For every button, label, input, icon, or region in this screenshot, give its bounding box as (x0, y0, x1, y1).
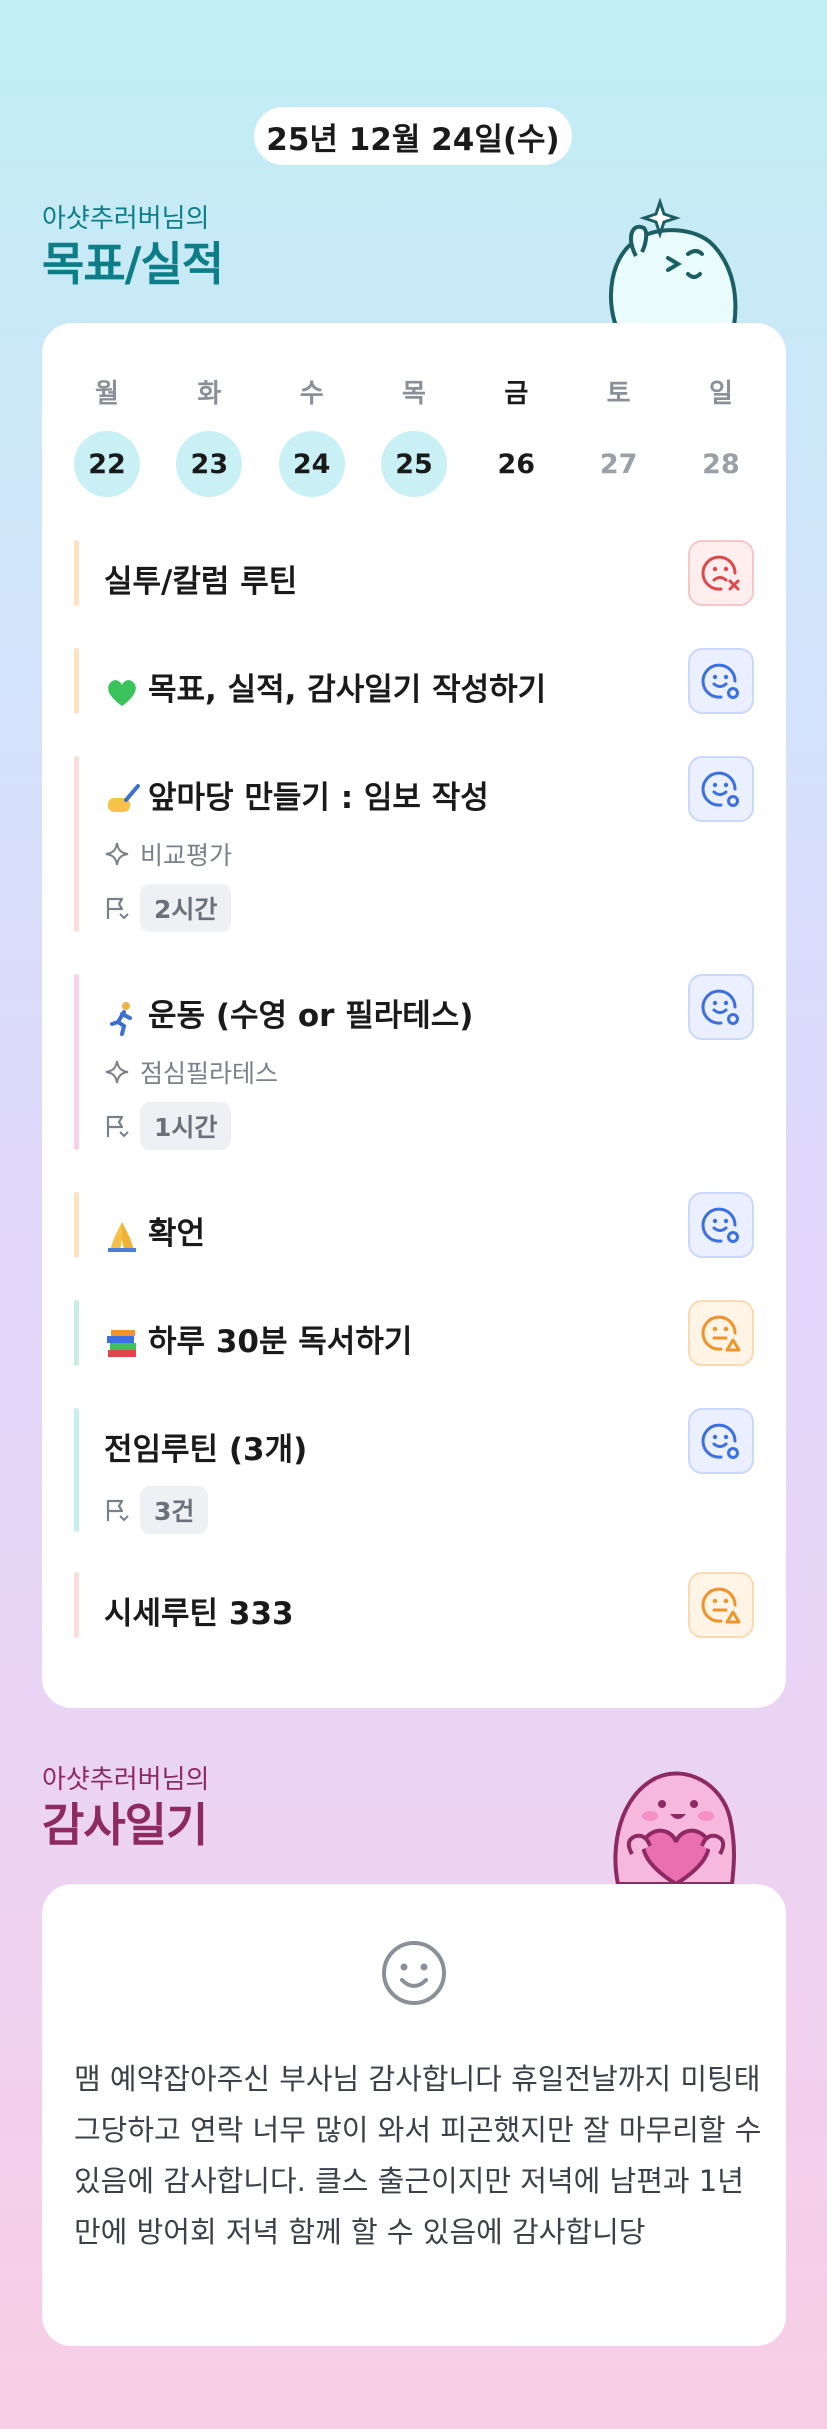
date-cell[interactable]: 25 (380, 431, 447, 497)
task-item[interactable]: 시세루틴 333 (74, 1572, 754, 1638)
date-selector[interactable]: 25년 12월 24일(수) (254, 107, 572, 165)
task-color-bar (74, 1300, 79, 1366)
task-title: 확언 (148, 1216, 206, 1252)
weekday-label: 토 (606, 379, 631, 409)
weekday-header: 월 화 수 목 금 토 일 (42, 373, 786, 410)
task-title-wrap: 목표, 실적, 감사일기 작성하기 (104, 664, 546, 710)
task-color-bar (74, 756, 79, 932)
task-title-wrap: 확언 (104, 1208, 205, 1254)
task-title: 앞마당 만들기 : 임보 작성 (148, 780, 489, 816)
status-button[interactable] (688, 648, 754, 714)
smile-face-circle-icon (701, 1207, 739, 1243)
weekday-label: 일 (709, 379, 733, 409)
smile-face-circle-icon (701, 989, 739, 1025)
sparkle-icon (105, 1060, 129, 1084)
task-subtitle: 비교평가 (140, 841, 233, 870)
status-button[interactable] (688, 1408, 754, 1474)
green-heart-icon (108, 679, 136, 706)
date-cell[interactable]: 26 (483, 431, 549, 497)
status-button[interactable] (688, 1572, 754, 1638)
task-count-row: 3건 (104, 1486, 209, 1534)
smile-face-icon (382, 1941, 446, 2005)
task-title-wrap: 하루 30분 독서하기 (104, 1316, 412, 1362)
task-duration-row: 1시간 (104, 1102, 232, 1150)
task-duration-row: 2시간 (104, 884, 232, 932)
status-button[interactable] (688, 1192, 754, 1258)
count-tag: 3건 (140, 1486, 209, 1534)
task-color-bar (74, 1408, 79, 1532)
task-item[interactable]: 하루 30분 독서하기 (74, 1300, 754, 1366)
task-color-bar (74, 974, 79, 1150)
pink-mascot-heart-icon (613, 1771, 736, 1884)
task-item[interactable]: 앞마당 만들기 : 임보 작성 비교평가 2시간 (74, 756, 754, 932)
diary-card: 맴 예약잡아주신 부사님 감사합니다 휴일전날까지 미팅태그당하고 연락 너무 … (42, 1884, 786, 2346)
duration-tag: 2시간 (140, 884, 232, 932)
neutral-face-triangle-icon (701, 1315, 741, 1352)
status-button[interactable] (688, 756, 754, 822)
week-dates: 22 23 24 25 26 27 28 (42, 431, 786, 497)
weekday-label: 금 (504, 379, 529, 409)
smile-face-circle-icon (701, 1423, 739, 1459)
goals-card: 월 화 수 목 금 토 일 22 23 24 25 26 27 28 실투/칼럼… (42, 323, 786, 1708)
task-color-bar (74, 540, 79, 606)
task-title: 하루 30분 독서하기 (148, 1324, 413, 1360)
task-item[interactable]: 전임루틴 (3개) 3건 (74, 1408, 754, 1534)
task-subtitle-row: 비교평가 (104, 836, 232, 872)
task-title-wrap: 운동 (수영 or 필라테스) (104, 990, 473, 1036)
flag-icon (106, 1499, 129, 1522)
task-title: 운동 (수영 or 필라테스) (148, 998, 474, 1034)
task-color-bar (74, 1572, 79, 1638)
task-title: 실투/칼럼 루틴 (104, 564, 298, 600)
diary-text: 맴 예약잡아주신 부사님 감사합니다 휴일전날까지 미팅태그당하고 연락 너무 … (74, 2062, 762, 2249)
smile-face-circle-icon (701, 663, 739, 699)
task-item[interactable]: 목표, 실적, 감사일기 작성하기 (74, 648, 754, 714)
status-button[interactable] (688, 1300, 754, 1366)
status-button[interactable] (688, 974, 754, 1040)
date-cell[interactable]: 24 (278, 431, 345, 497)
date-cell[interactable]: 28 (688, 431, 754, 497)
task-title: 목표, 실적, 감사일기 작성하기 (148, 672, 547, 708)
task-color-bar (74, 1192, 79, 1258)
diary-title: 감사일기 (42, 1798, 208, 1852)
date-cell[interactable]: 27 (586, 431, 652, 497)
task-color-bar (74, 648, 79, 714)
date-cell[interactable]: 22 (74, 431, 140, 497)
task-title-wrap: 앞마당 만들기 : 임보 작성 (104, 772, 489, 818)
task-item[interactable]: 실투/칼럼 루틴 (74, 540, 754, 606)
task-subtitle: 점심필라테스 (140, 1059, 279, 1088)
flag-icon (106, 1115, 129, 1138)
ghost-mascot-icon (609, 198, 738, 326)
runner-icon (110, 1001, 132, 1036)
praying-hands-icon (108, 1221, 136, 1252)
task-item[interactable]: 운동 (수영 or 필라테스) 점심필라테스 1시간 (74, 974, 754, 1150)
smile-face-circle-icon (701, 771, 739, 807)
goals-title: 목표/실적 (42, 237, 224, 291)
weekday-label: 화 (197, 379, 222, 409)
weekday-label: 월 (95, 379, 119, 409)
books-icon (107, 1329, 136, 1357)
task-subtitle-row: 점심필라테스 (104, 1054, 278, 1090)
duration-tag: 1시간 (140, 1102, 232, 1150)
flag-icon (106, 897, 129, 920)
neutral-face-triangle-icon (701, 1587, 741, 1624)
writing-hand-icon (108, 783, 140, 812)
weekday-label: 목 (402, 379, 426, 409)
sparkle-icon (105, 842, 129, 866)
task-item[interactable]: 확언 (74, 1192, 754, 1258)
date-cell[interactable]: 23 (176, 431, 243, 497)
sad-face-x-icon (701, 555, 740, 591)
status-button[interactable] (688, 540, 754, 606)
task-title: 전임루틴 (3개) (104, 1432, 308, 1468)
weekday-label: 수 (299, 379, 324, 409)
task-title: 시세루틴 333 (104, 1596, 294, 1632)
date-label: 25년 12월 24일(수) (266, 121, 560, 158)
